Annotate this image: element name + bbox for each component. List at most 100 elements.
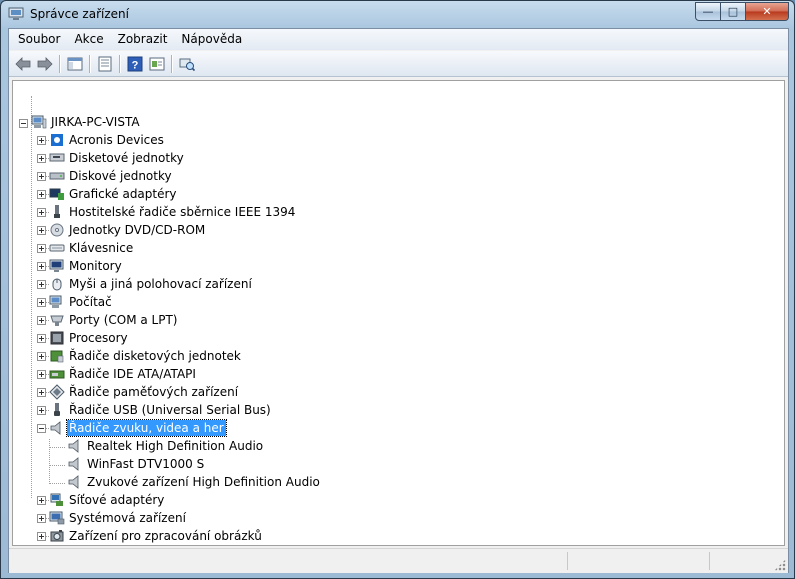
status-panel <box>567 552 710 570</box>
show-hide-tree-icon <box>67 57 83 70</box>
tree-category-label[interactable]: Monitory <box>67 258 124 274</box>
tree-category-label[interactable]: Acronis Devices <box>67 132 166 148</box>
menu-soubor[interactable]: Soubor <box>9 29 67 50</box>
speaker-icon <box>68 439 79 453</box>
expander-category[interactable] <box>37 298 46 307</box>
toolbar-separator <box>119 54 121 73</box>
tree-device-label[interactable]: Realtek High Definition Audio <box>85 438 265 454</box>
device-manager-window: Správce zařízení — □ ✕ Soubor Akce Zobra… <box>0 0 795 579</box>
caption-buttons: — □ ✕ <box>695 2 789 21</box>
expander-category[interactable] <box>37 262 46 271</box>
tree-category-label[interactable]: Procesory <box>67 330 130 346</box>
expander-category[interactable] <box>37 406 46 415</box>
tree-category-label[interactable]: Myši a jiná polohovací zařízení <box>67 276 254 292</box>
tree-category-label[interactable]: Řadiče IDE ATA/ATAPI <box>67 366 198 382</box>
menu-bar: Soubor Akce Zobrazit Nápověda <box>9 29 788 50</box>
tree-line <box>31 96 32 498</box>
expander-category[interactable] <box>37 334 46 343</box>
tree-device-label[interactable]: Zvukové zařízení High Definition Audio <box>85 474 322 490</box>
tree-category-label[interactable]: Zařízení pro zpracování obrázků <box>67 528 264 544</box>
help-button[interactable]: ? <box>124 53 146 75</box>
expander-category[interactable] <box>37 532 46 541</box>
tree-category-label[interactable]: Síťové adaptéry <box>67 492 166 508</box>
help-icon: ? <box>127 56 143 71</box>
tree-line <box>49 465 65 466</box>
toolbar-separator <box>171 54 173 73</box>
show-hide-tree-button[interactable] <box>64 53 86 75</box>
monitor-icon <box>49 259 64 272</box>
menu-zobrazit[interactable]: Zobrazit <box>111 29 175 50</box>
dvd-drive-icon <box>50 223 64 237</box>
minimize-button[interactable]: — <box>695 2 721 21</box>
acronis-device-icon <box>51 134 63 146</box>
tree-line <box>49 439 50 484</box>
speaker-icon <box>50 421 61 435</box>
speaker-icon <box>68 457 79 471</box>
expander-category[interactable] <box>37 388 46 397</box>
device-tree[interactable]: JIRKA-PC-VISTA Acronis Devices Disketové … <box>12 80 785 546</box>
expander-category[interactable] <box>37 352 46 361</box>
expander-category[interactable] <box>37 514 46 523</box>
expander-category[interactable] <box>37 280 46 289</box>
imaging-device-icon <box>50 530 64 542</box>
expander-category[interactable] <box>37 424 46 433</box>
expander-root[interactable] <box>19 119 28 128</box>
network-adapter-icon <box>50 493 63 506</box>
toolbar: ? <box>9 51 788 77</box>
hard-disk-icon <box>49 172 65 180</box>
update-driver-button[interactable] <box>146 53 168 75</box>
expander-category[interactable] <box>37 244 46 253</box>
properties-button[interactable] <box>94 53 116 75</box>
expander-category[interactable] <box>37 316 46 325</box>
tree-category-label[interactable]: Jednotky DVD/CD-ROM <box>67 222 207 238</box>
forward-arrow-icon <box>37 56 53 71</box>
maximize-button[interactable]: □ <box>721 2 746 21</box>
back-button[interactable] <box>12 53 34 75</box>
processor-icon <box>50 331 64 345</box>
update-driver-icon <box>149 57 165 70</box>
tree-category-label[interactable]: Systémová zařízení <box>67 510 188 526</box>
tree-category-label[interactable]: Řadiče paměťových zařízení <box>67 384 240 400</box>
expander-category[interactable] <box>37 208 46 217</box>
ieee1394-icon <box>54 205 60 218</box>
menu-napoveda[interactable]: Nápověda <box>174 29 249 50</box>
ide-controller-icon <box>49 370 65 379</box>
tree-device-label[interactable]: WinFast DTV1000 S <box>85 456 206 472</box>
tree-category-label[interactable]: Diskové jednotky <box>67 168 174 184</box>
tree-category-label[interactable]: Hostitelské řadiče sběrnice IEEE 1394 <box>67 204 297 220</box>
display-adapter-icon <box>49 188 64 200</box>
tree-category-label[interactable]: Řadiče zvuku, videa a her <box>66 419 227 437</box>
expander-category[interactable] <box>37 370 46 379</box>
title-bar[interactable]: Správce zařízení — □ ✕ <box>1 1 794 28</box>
tree-category-label[interactable]: Řadiče disketových jednotek <box>67 348 243 364</box>
status-panel <box>709 552 788 570</box>
expander-category[interactable] <box>37 190 46 199</box>
properties-icon <box>98 56 112 71</box>
menu-akce[interactable]: Akce <box>67 29 110 50</box>
expander-category[interactable] <box>37 172 46 181</box>
tree-root-label[interactable]: JIRKA-PC-VISTA <box>49 114 142 130</box>
tree-category-label[interactable]: Grafické adaptéry <box>67 186 179 202</box>
expander-category[interactable] <box>37 154 46 163</box>
speaker-icon <box>68 475 79 489</box>
back-arrow-icon <box>15 56 31 71</box>
tree-category-label[interactable]: Počítač <box>67 294 114 310</box>
storage-controller-icon <box>49 384 65 400</box>
tree-category-label[interactable]: Klávesnice <box>67 240 135 256</box>
close-button[interactable]: ✕ <box>746 2 789 21</box>
tree-category-label[interactable]: Porty (COM a LPT) <box>67 312 179 328</box>
tree-category-label[interactable]: Disketové jednotky <box>67 150 186 166</box>
scan-hardware-icon <box>179 58 195 71</box>
expander-category[interactable] <box>37 226 46 235</box>
window-title: Správce zařízení <box>30 7 129 21</box>
tree-category-label[interactable]: Řadiče USB (Universal Serial Bus) <box>67 402 273 418</box>
scan-hardware-button[interactable] <box>176 53 198 75</box>
forward-button[interactable] <box>34 53 56 75</box>
expander-category[interactable] <box>37 136 46 145</box>
svg-text:?: ? <box>132 59 139 71</box>
computer-icon <box>31 115 47 129</box>
expander-category[interactable] <box>37 496 46 505</box>
floppy-drive-icon <box>49 153 65 162</box>
client-area: Soubor Akce Zobrazit Nápověda ? JIRKA-PC… <box>8 28 789 573</box>
keyboard-icon <box>49 244 65 252</box>
